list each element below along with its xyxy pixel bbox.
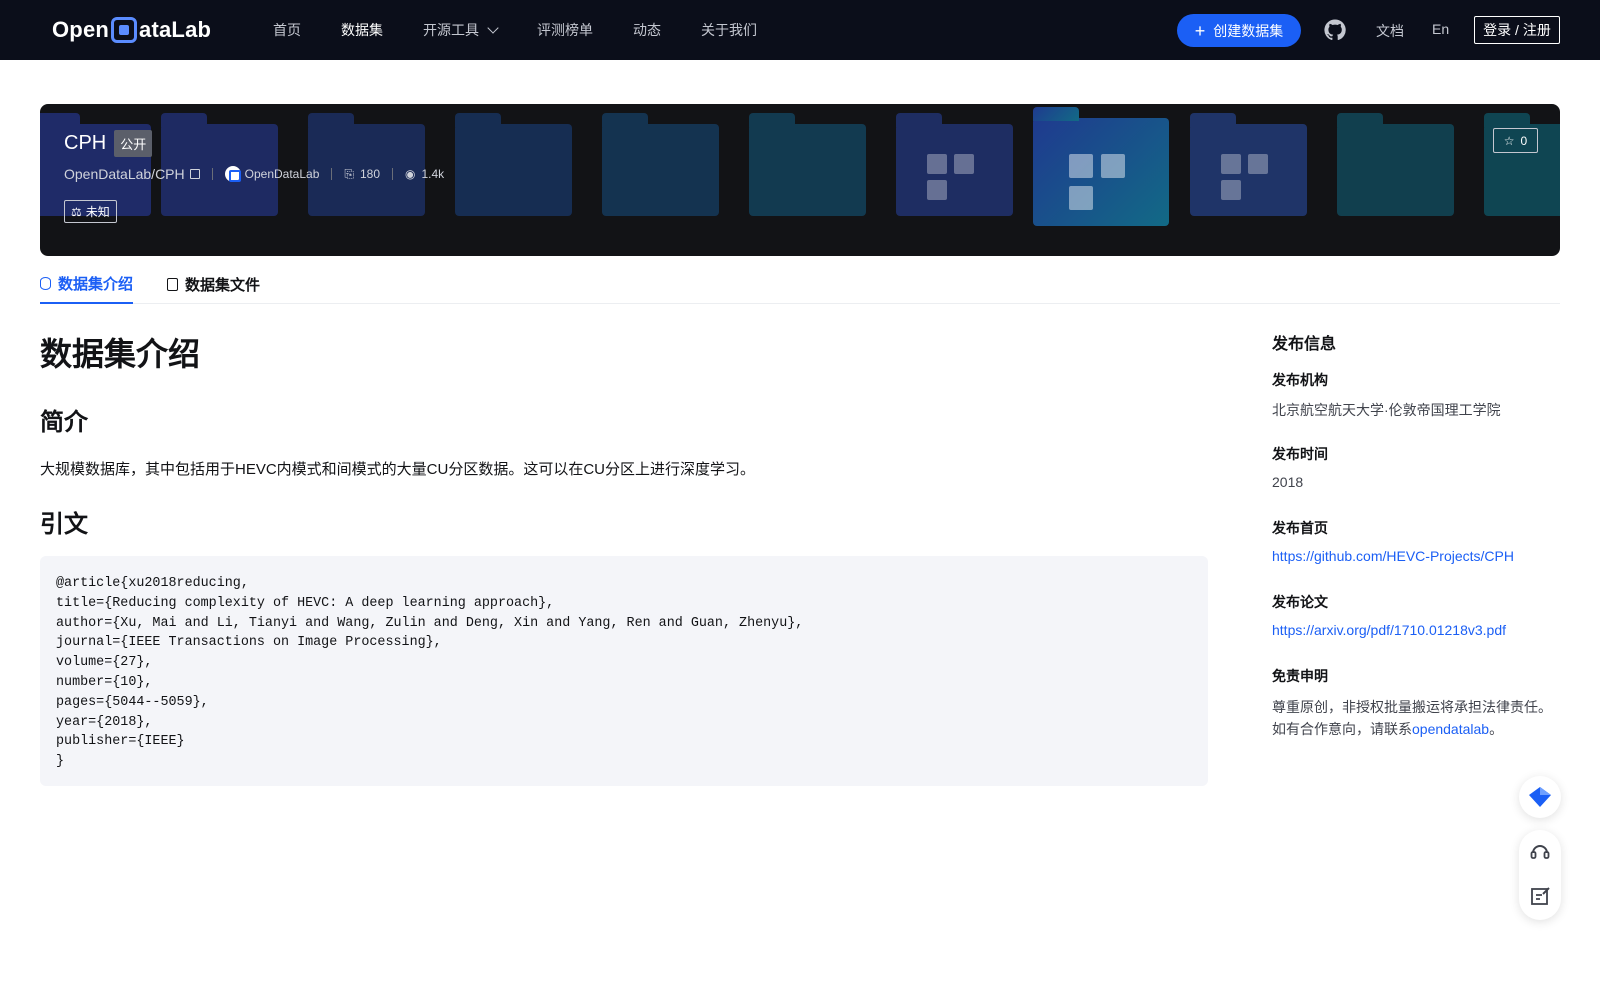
release-home-block: 发布首页 https://github.com/HEVC-Projects/CP… xyxy=(1272,518,1514,564)
create-dataset-button[interactable]: + 创建数据集 xyxy=(1177,14,1301,47)
release-time-value: 2018 xyxy=(1272,474,1304,490)
headset-icon xyxy=(1530,845,1550,859)
folder-decoration-featured xyxy=(1033,107,1169,226)
tab-dataset-files-label: 数据集文件 xyxy=(185,276,261,294)
dataset-tabs: 数据集介绍 数据集文件 xyxy=(40,264,1560,304)
license-badge: ⚖ 未知 xyxy=(64,200,117,223)
contact-link[interactable]: opendatalab xyxy=(1412,721,1489,737)
docs-link[interactable]: 文档 xyxy=(1376,21,1404,41)
release-time-block: 发布时间 2018 xyxy=(1272,444,1328,490)
release-time-label: 发布时间 xyxy=(1272,446,1328,462)
star-icon: ☆ xyxy=(1503,133,1515,148)
disclaimer-line-2-post: 。 xyxy=(1489,721,1504,737)
floating-tools xyxy=(1519,830,1561,920)
star-count: 0 xyxy=(1520,133,1528,148)
folder-decoration-5 xyxy=(602,113,719,216)
dataset-title: CPH xyxy=(64,132,107,154)
release-org-block: 发布机构 北京航空航天大学·伦敦帝国理工学院 xyxy=(1272,370,1501,420)
download-count: 180 xyxy=(359,167,381,181)
disclaimer-line-2: 如有合作意向，请联系opendatalab。 xyxy=(1272,718,1572,740)
release-info-sidebar: 发布信息 发布机构 北京航空航天大学·伦敦帝国理工学院 发布时间 2018 发布… xyxy=(1272,330,1562,737)
nav-link-datasets[interactable]: 数据集 xyxy=(341,20,383,40)
login-register-button[interactable]: 登录 / 注册 xyxy=(1474,16,1560,44)
create-dataset-label: 创建数据集 xyxy=(1213,22,1284,39)
logo-text-open: Open xyxy=(52,17,110,42)
folder-decoration-4 xyxy=(455,113,572,216)
dataset-org[interactable]: OpenDataLab xyxy=(245,167,320,181)
org-avatar-icon xyxy=(224,166,241,182)
nav-link-tools[interactable]: 开源工具 xyxy=(423,20,499,40)
star-button[interactable]: ☆ 0 xyxy=(1493,128,1538,153)
chevron-down-icon xyxy=(487,22,499,34)
edit-note-icon xyxy=(1531,887,1550,905)
github-icon[interactable] xyxy=(1323,18,1347,42)
language-switch[interactable]: En xyxy=(1432,21,1449,37)
nav-link-home[interactable]: 首页 xyxy=(273,20,301,40)
dataset-banner: CPH 公开 OpenDataLab/CPH OpenDataLab ⎘ 180… xyxy=(40,104,1560,256)
feedback-button[interactable] xyxy=(1519,874,1561,918)
database-icon xyxy=(40,276,51,290)
dataset-title-row: CPH 公开 xyxy=(64,130,153,157)
folder-decoration-6 xyxy=(749,113,866,216)
download-icon: ⎘ xyxy=(344,166,354,181)
release-home-link[interactable]: https://github.com/HEVC-Projects/CPH xyxy=(1272,548,1514,564)
view-count: 1.4k xyxy=(421,167,445,181)
logo-text-rest: ataLab xyxy=(139,17,212,42)
eye-icon: ◉ xyxy=(405,167,416,181)
release-paper-label: 发布论文 xyxy=(1272,594,1328,610)
diamond-logo-icon xyxy=(1529,787,1551,807)
disclaimer-line-1: 尊重原创，非授权批量搬运将承担法律责任。 xyxy=(1272,699,1552,715)
tab-dataset-intro[interactable]: 数据集介绍 xyxy=(40,264,134,304)
tab-dataset-files[interactable]: 数据集文件 xyxy=(167,264,260,304)
nav-link-about[interactable]: 关于我们 xyxy=(701,20,757,40)
dataset-meta: OpenDataLab/CPH OpenDataLab ⎘ 180 ◉ 1.4k xyxy=(64,166,444,182)
nav-links: 首页 数据集 开源工具 评测榜单 动态 关于我们 xyxy=(273,0,797,60)
visibility-badge: 公开 xyxy=(114,130,153,157)
scale-icon: ⚖ xyxy=(71,204,82,219)
nav-link-news[interactable]: 动态 xyxy=(633,20,661,40)
file-icon xyxy=(167,277,179,291)
dataset-path: OpenDataLab/CPH xyxy=(64,166,185,182)
folder-decoration-7 xyxy=(896,113,1013,216)
release-home-label: 发布首页 xyxy=(1272,520,1328,536)
nav-link-leaderboard[interactable]: 评测榜单 xyxy=(537,20,593,40)
release-paper-block: 发布论文 https://arxiv.org/pdf/1710.01218v3.… xyxy=(1272,592,1506,638)
customer-service-button[interactable] xyxy=(1519,830,1561,874)
folder-decoration-9 xyxy=(1337,113,1454,216)
dataset-intro-content: 数据集介绍 简介 大规模数据库，其中包括用于HEVC内模式和间模式的大量CU分区… xyxy=(40,318,1208,786)
release-info-heading: 发布信息 xyxy=(1272,336,1337,353)
logo-mark-icon xyxy=(111,17,138,43)
top-navbar: Open ataLab 首页 数据集 开源工具 评测榜单 动态 关于我们 + 创建… xyxy=(0,0,1600,60)
content-heading: 数据集介绍 xyxy=(40,336,201,372)
citation-code-block: @article{xu2018reducing, title={Reducing… xyxy=(40,556,1208,786)
copy-icon[interactable] xyxy=(189,169,200,179)
logo[interactable]: Open ataLab xyxy=(52,14,211,46)
disclaimer-label: 免责申明 xyxy=(1272,668,1328,684)
disclaimer-block: 免责申明 尊重原创，非授权批量搬运将承担法律责任。 如有合作意向，请联系open… xyxy=(1272,666,1572,740)
release-org-label: 发布机构 xyxy=(1272,372,1328,388)
license-label: 未知 xyxy=(85,205,110,219)
floating-ai-button[interactable] xyxy=(1519,776,1561,818)
intro-text: 大规模数据库，其中包括用于HEVC内模式和间模式的大量CU分区数据。这可以在CU… xyxy=(40,461,756,478)
disclaimer-line-2-pre: 如有合作意向，请联系 xyxy=(1272,721,1412,737)
release-paper-link[interactable]: https://arxiv.org/pdf/1710.01218v3.pdf xyxy=(1272,622,1506,638)
plus-icon: + xyxy=(1194,20,1206,41)
citation-heading: 引文 xyxy=(40,511,88,538)
nav-link-tools-label: 开源工具 xyxy=(423,22,479,38)
folder-decoration-8 xyxy=(1190,113,1307,216)
intro-heading: 简介 xyxy=(40,409,88,436)
tab-dataset-intro-label: 数据集介绍 xyxy=(58,275,134,293)
release-org-value: 北京航空航天大学·伦敦帝国理工学院 xyxy=(1272,402,1501,418)
